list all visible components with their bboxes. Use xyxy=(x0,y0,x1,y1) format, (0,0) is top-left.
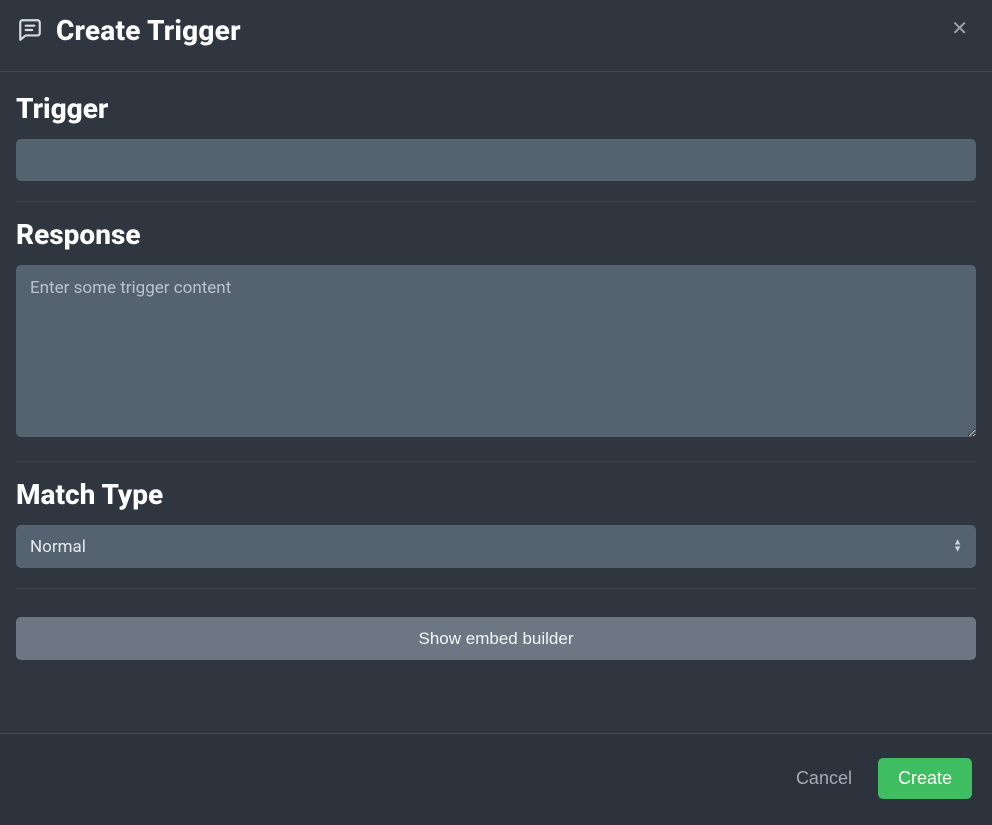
match-type-section: Match Type Normal ▲ ▼ xyxy=(16,472,976,589)
trigger-section: Trigger xyxy=(16,86,976,202)
match-type-select[interactable]: Normal ▲ ▼ xyxy=(16,525,976,568)
modal-body: Trigger Response Match Type Normal ▲ ▼ S… xyxy=(0,72,992,733)
response-section: Response xyxy=(16,212,976,462)
close-button[interactable]: ✕ xyxy=(945,15,974,43)
modal-title-wrap: Create Trigger xyxy=(16,14,241,47)
modal-footer: Cancel Create xyxy=(0,733,992,825)
modal-title: Create Trigger xyxy=(56,14,241,47)
trigger-label: Trigger xyxy=(16,92,976,125)
trigger-input[interactable] xyxy=(16,139,976,181)
chat-icon xyxy=(16,16,44,44)
create-button[interactable]: Create xyxy=(878,758,972,799)
embed-builder-section: Show embed builder xyxy=(16,599,976,680)
match-type-label: Match Type xyxy=(16,478,976,511)
select-updown-icon: ▲ ▼ xyxy=(953,540,962,553)
modal-header: Create Trigger ✕ xyxy=(0,0,992,72)
create-trigger-modal: Create Trigger ✕ Trigger Response Match … xyxy=(0,0,992,825)
show-embed-builder-button[interactable]: Show embed builder xyxy=(16,617,976,660)
match-type-value: Normal xyxy=(30,537,86,557)
close-icon: ✕ xyxy=(951,18,968,40)
response-textarea[interactable] xyxy=(16,265,976,437)
cancel-button[interactable]: Cancel xyxy=(788,762,860,795)
response-label: Response xyxy=(16,218,976,251)
